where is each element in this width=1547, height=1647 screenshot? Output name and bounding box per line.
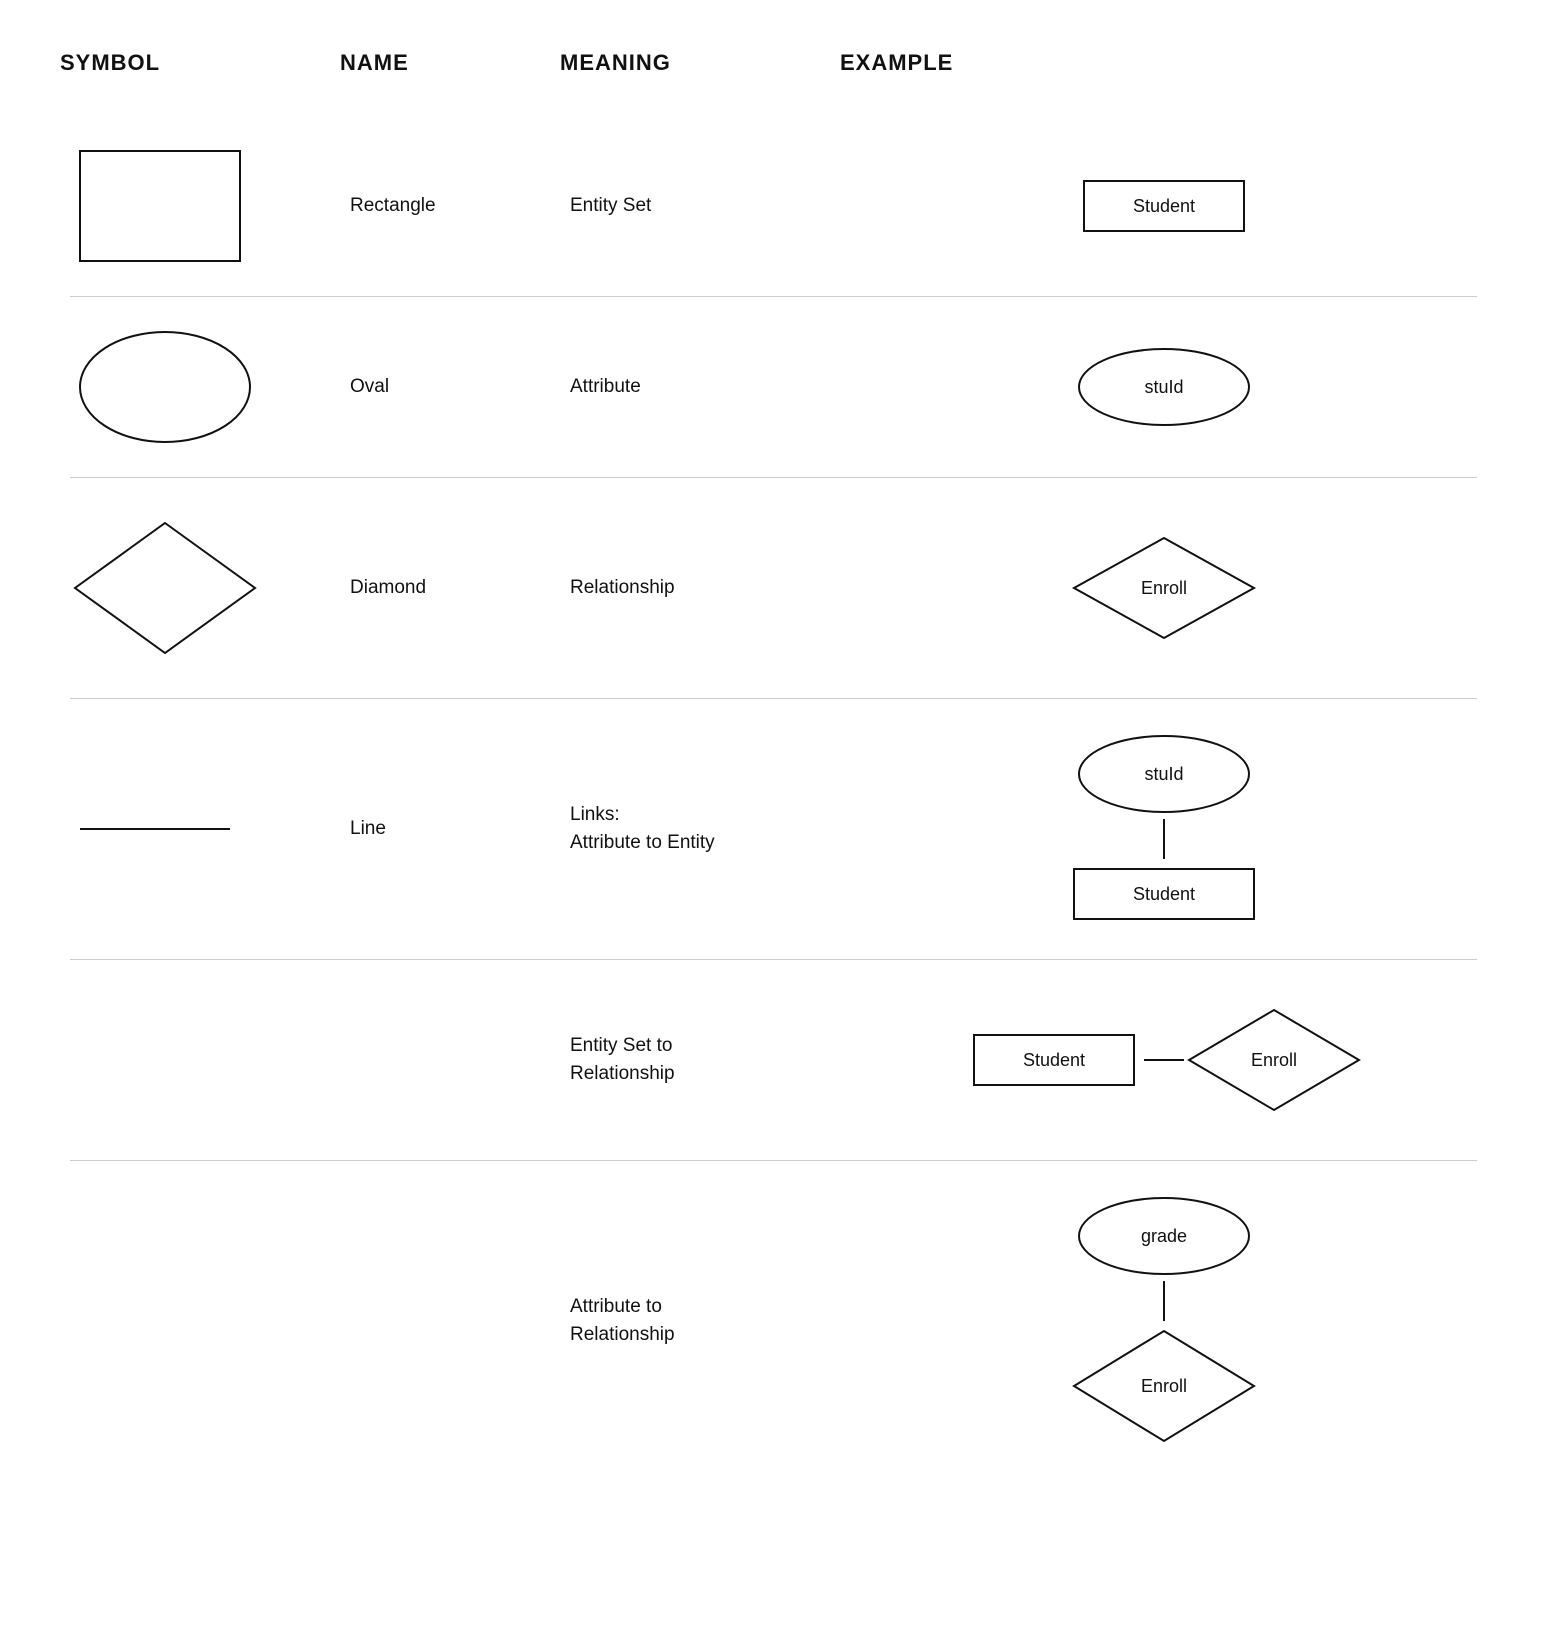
example-atr-diamond-svg: Enroll	[1064, 1321, 1264, 1451]
col-symbol-header: SYMBOL	[60, 40, 340, 86]
table-row: Entity Set to Relationship Student Enrol…	[60, 960, 1487, 1160]
table-row: Attribute to Relationship grade Enroll	[60, 1161, 1487, 1481]
example-entity-to-rel-horiz: Student Enroll	[964, 1000, 1364, 1120]
vertical-connector-1	[1163, 819, 1165, 859]
name-rectangle: Rectangle	[340, 195, 560, 217]
name-oval: Oval	[340, 376, 560, 398]
col-example-header: EXAMPLE	[840, 40, 1487, 86]
example-diamond-svg: Enroll	[1064, 528, 1264, 648]
example-line-oval-label: stuId	[1144, 764, 1183, 784]
symbol-diamond	[60, 513, 340, 663]
line-symbol-svg	[70, 799, 260, 859]
rectangle-symbol-svg	[70, 141, 260, 271]
diamond-symbol-svg	[70, 513, 260, 663]
example-etr-diamond-label: Enroll	[1250, 1050, 1296, 1070]
meaning-oval: Attribute	[560, 373, 840, 402]
example-oval: stuId	[840, 332, 1487, 442]
example-line-stack: stuId Student	[1064, 729, 1264, 929]
symbol-rectangle	[60, 141, 340, 271]
example-etr-diamond-svg: Enroll	[1184, 1000, 1364, 1120]
symbol-oval	[60, 322, 340, 452]
example-entity-to-rel: Student Enroll	[840, 990, 1487, 1130]
example-attr-to-rel-stack: grade Enroll	[1064, 1191, 1264, 1451]
meaning-attr-to-rel: Attribute to Relationship	[560, 1293, 840, 1350]
vertical-connector-2	[1163, 1281, 1165, 1321]
example-line-rect-label: Student	[1132, 884, 1194, 904]
name-diamond: Diamond	[340, 577, 560, 599]
example-line-oval-svg: stuId	[1064, 729, 1264, 819]
example-atr-oval-svg: grade	[1064, 1191, 1264, 1281]
col-meaning-header: MEANING	[560, 40, 840, 86]
example-line: stuId Student	[840, 719, 1487, 939]
example-line-rect-svg: Student	[1064, 859, 1264, 929]
meaning-line: Links: Attribute to Entity	[560, 801, 840, 858]
col-name-header: NAME	[340, 40, 560, 86]
horizontal-connector-1	[1144, 1059, 1184, 1061]
table-row: Rectangle Entity Set Student	[60, 116, 1487, 296]
table-row: Diamond Relationship Enroll	[60, 478, 1487, 698]
meaning-entity-to-rel: Entity Set to Relationship	[560, 1032, 840, 1089]
example-diamond-label: Enroll	[1140, 578, 1186, 598]
example-diamond: Enroll	[840, 518, 1487, 658]
example-atr-oval-label: grade	[1140, 1226, 1186, 1246]
symbol-line	[60, 799, 340, 859]
name-line: Line	[340, 818, 560, 840]
example-rectangle: Student	[840, 161, 1487, 251]
example-etr-rect-svg: Student	[964, 1025, 1144, 1095]
oval-symbol-svg	[70, 322, 260, 452]
page: SYMBOL NAME MEANING EXAMPLE Rectangle En…	[0, 0, 1547, 1521]
meaning-diamond: Relationship	[560, 574, 840, 603]
example-rectangle-svg: Student	[1074, 171, 1254, 241]
example-oval-svg: stuId	[1064, 342, 1264, 432]
example-etr-rect-label: Student	[1022, 1050, 1084, 1070]
example-atr-diamond-label: Enroll	[1140, 1376, 1186, 1396]
meaning-rectangle: Entity Set	[560, 192, 840, 221]
example-oval-label: stuId	[1144, 377, 1183, 397]
example-attr-to-rel: grade Enroll	[840, 1181, 1487, 1461]
table-row: Oval Attribute stuId	[60, 297, 1487, 477]
example-rectangle-label: Student	[1132, 196, 1194, 216]
table-row: Line Links: Attribute to Entity stuId St…	[60, 699, 1487, 959]
table-header: SYMBOL NAME MEANING EXAMPLE	[60, 40, 1487, 86]
